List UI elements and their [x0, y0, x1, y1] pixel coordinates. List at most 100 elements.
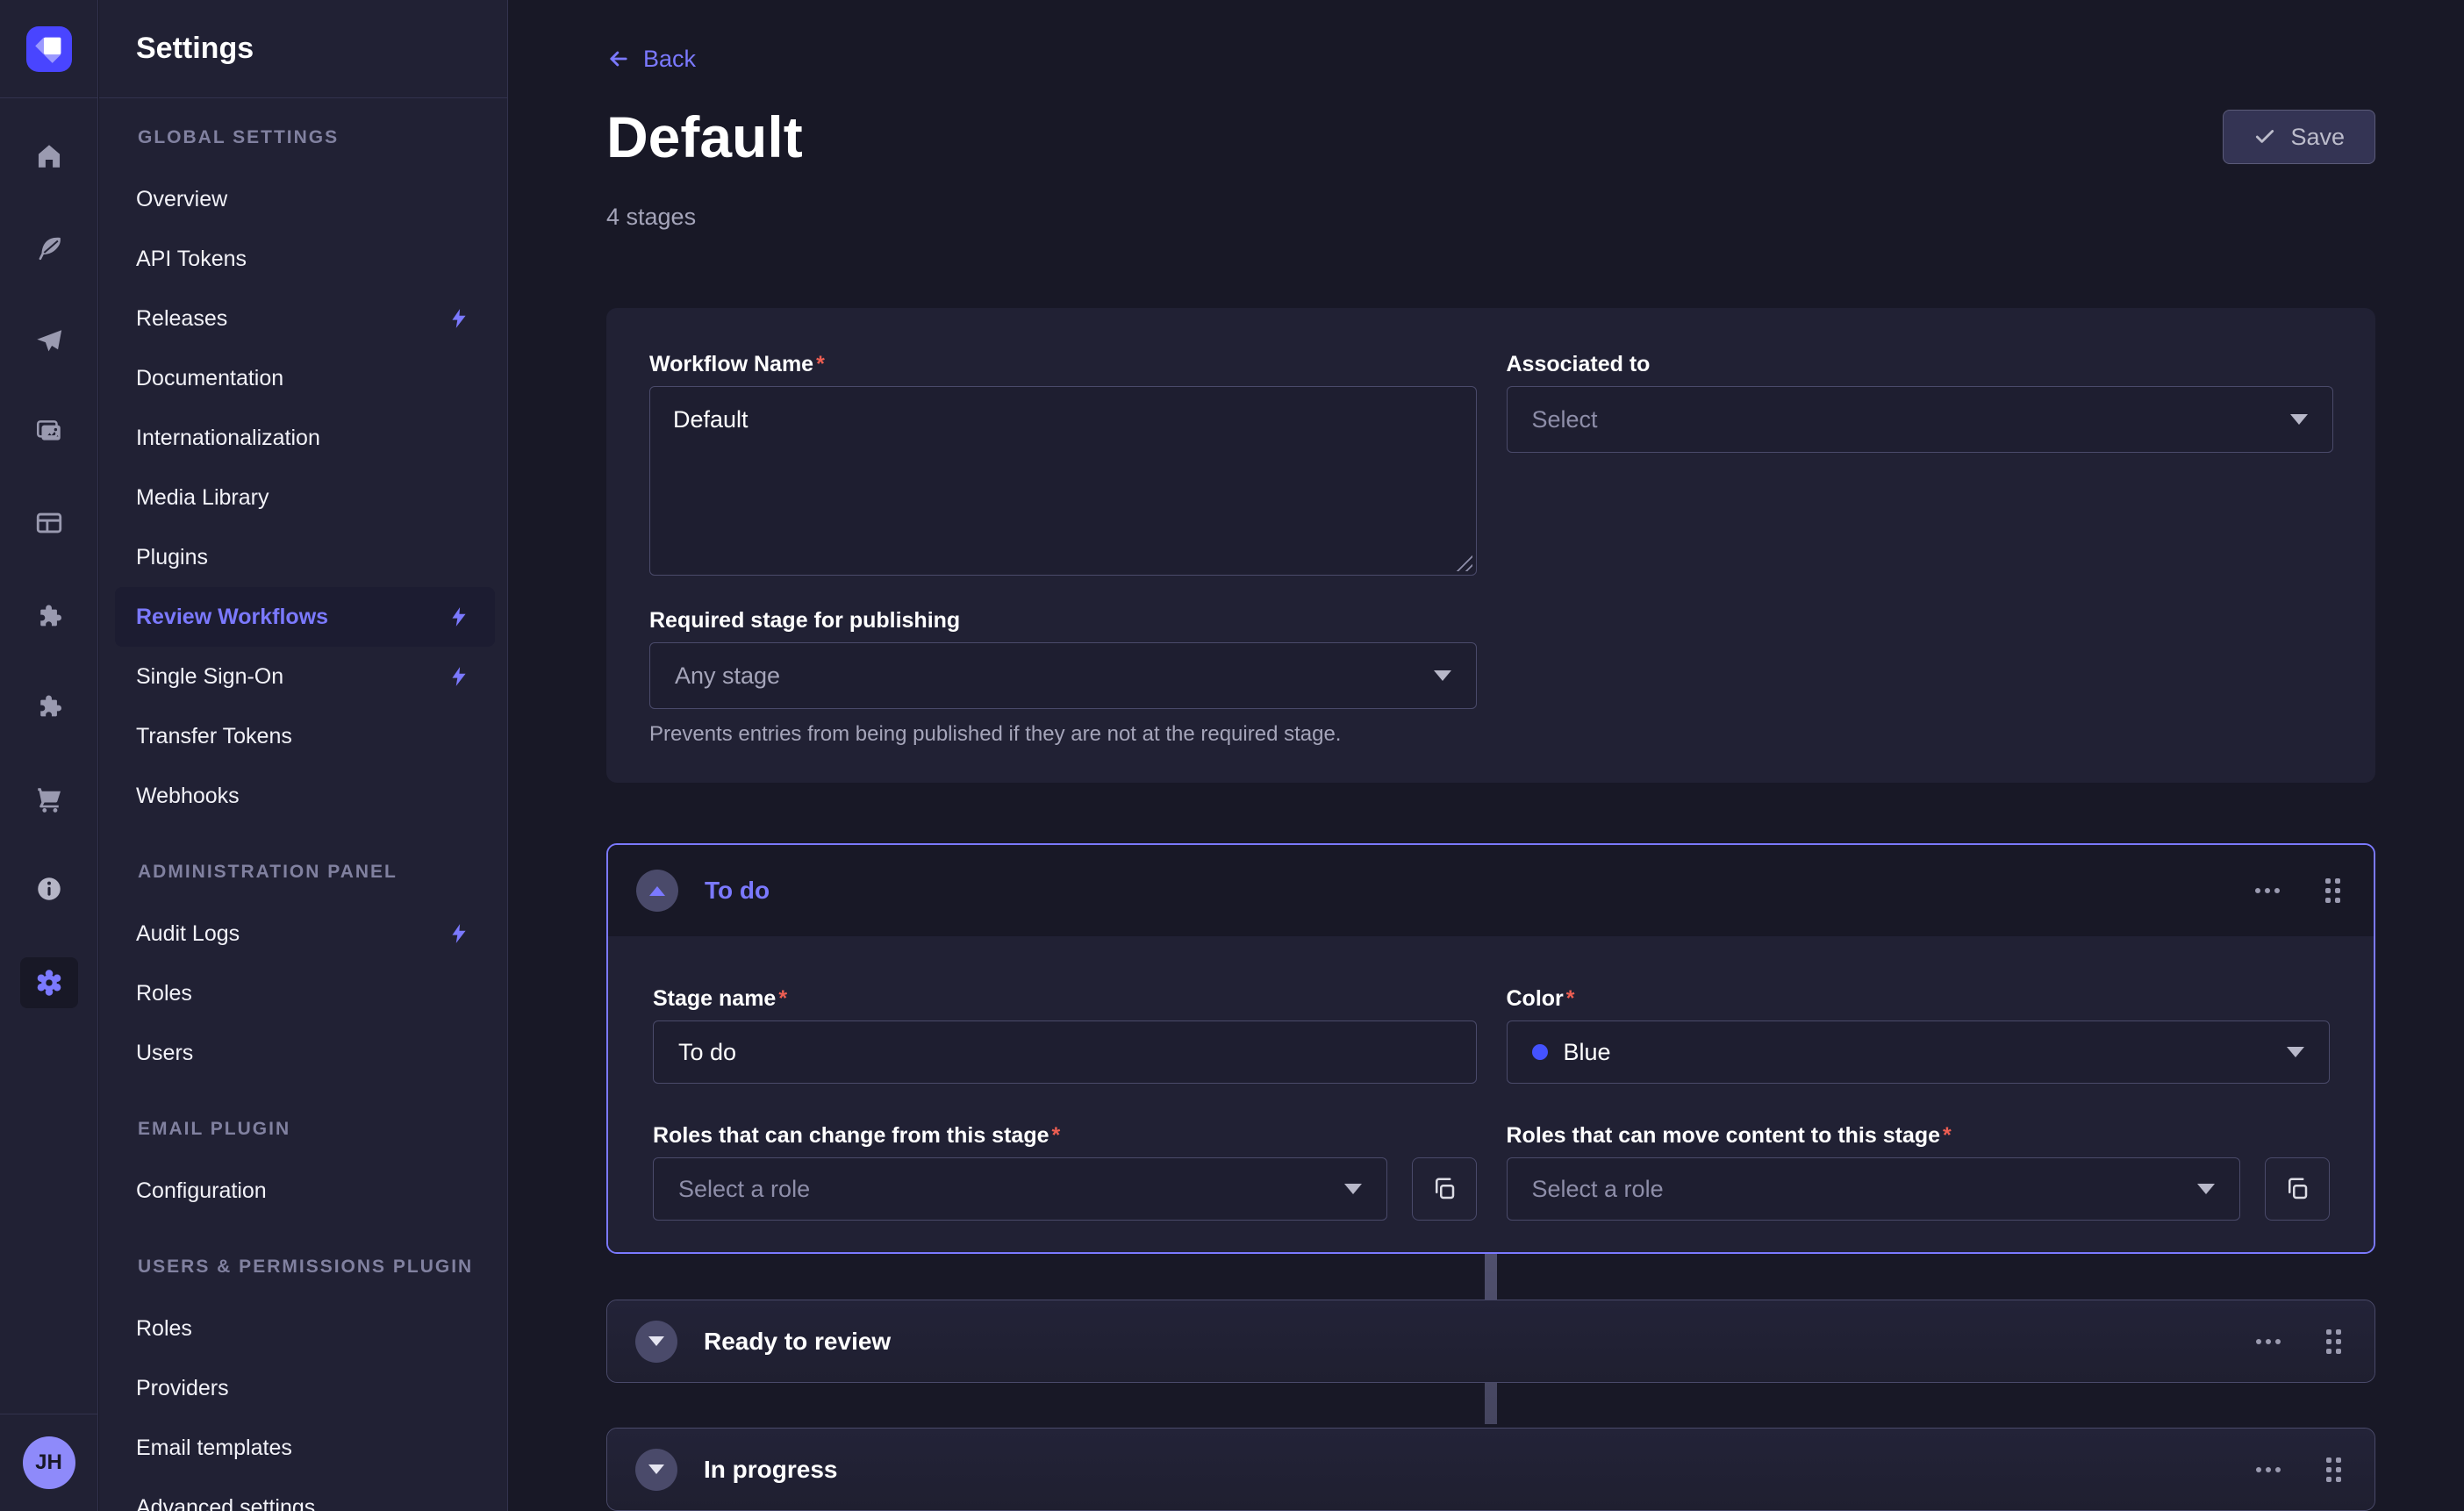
sidebar-item-review-workflows[interactable]: Review Workflows [115, 587, 495, 647]
section-label: ADMINISTRATION PANEL [138, 861, 507, 884]
section-administration-panel: ADMINISTRATION PANEL Audit Logs Roles Us… [99, 861, 507, 1083]
subnav-title: Settings [136, 32, 254, 66]
icon-rail: JH [0, 0, 98, 1511]
workflow-settings-card: Workflow Name Default Associated to Sele… [606, 308, 2375, 783]
roles-move-label: Roles that can move content to this stag… [1507, 1122, 2331, 1149]
rail-header [0, 0, 97, 98]
stage-body: Stage name Color Blue Roles tha [608, 936, 2374, 1252]
lightning-icon [448, 922, 470, 945]
rail-content-button[interactable] [20, 223, 78, 274]
chevron-up-icon [649, 886, 665, 896]
sidebar-item-releases[interactable]: Releases [115, 289, 495, 348]
roles-change-select[interactable]: Select a role [653, 1157, 1387, 1221]
sidebar-item-transfer-tokens[interactable]: Transfer Tokens [115, 706, 495, 766]
info-icon [34, 874, 64, 904]
stage-menu-button[interactable] [2251, 1462, 2286, 1478]
associated-to-label: Associated to [1507, 351, 2334, 377]
rail-info-button[interactable] [20, 863, 78, 914]
subnav-list: GLOBAL SETTINGS Overview API Tokens Rele… [99, 98, 507, 1511]
stages-list: To do Stage name Color Bl [606, 843, 2375, 1511]
sidebar-item-email-templates[interactable]: Email templates [115, 1418, 495, 1478]
stage-header[interactable]: In progress [607, 1429, 2374, 1510]
stage-drag-handle[interactable] [2321, 1452, 2346, 1487]
sidebar-item-email-configuration[interactable]: Configuration [115, 1161, 495, 1221]
expand-stage-button[interactable] [635, 1449, 677, 1491]
roles-move-select[interactable]: Select a role [1507, 1157, 2241, 1221]
strapi-logo[interactable] [26, 26, 72, 72]
associated-to-select[interactable]: Select [1507, 386, 2334, 453]
rail-media-button[interactable] [20, 405, 78, 456]
back-link[interactable]: Back [606, 46, 696, 72]
apply-to-all-stages-button[interactable] [1412, 1157, 1477, 1221]
apply-to-all-stages-button[interactable] [2265, 1157, 2330, 1221]
sidebar-item-single-sign-on[interactable]: Single Sign-On [115, 647, 495, 706]
chevron-down-icon [648, 1464, 664, 1474]
main-content: Back Default Save 4 stages Workflow Name… [509, 0, 2464, 1511]
chevron-down-icon [1344, 1184, 1362, 1194]
collapse-stage-button[interactable] [636, 870, 678, 912]
stage-name-label: Stage name [653, 985, 1477, 1012]
page-header: Default Save [606, 105, 2375, 168]
check-icon [2253, 125, 2276, 148]
stage-accordion-todo: To do Stage name Color Bl [606, 843, 2375, 1254]
stage-count: 4 stages [606, 204, 2375, 230]
required-stage-hint: Prevents entries from being published if… [649, 721, 1477, 748]
section-label: USERS & PERMISSIONS PLUGIN [138, 1256, 507, 1278]
stage-color-select[interactable]: Blue [1507, 1020, 2331, 1084]
page-title: Default [606, 105, 803, 168]
stage-name-input[interactable] [653, 1020, 1477, 1084]
stage-header[interactable]: Ready to review [607, 1300, 2374, 1382]
strapi-logo-icon [26, 26, 72, 72]
sidebar-item-media-library[interactable]: Media Library [115, 468, 495, 527]
stage-drag-handle[interactable] [2321, 1324, 2346, 1359]
workflow-name-label: Workflow Name [649, 351, 1477, 377]
chevron-down-icon [2287, 1047, 2304, 1057]
rail-releases-button[interactable] [20, 316, 78, 367]
stage-header[interactable]: To do [608, 845, 2374, 936]
sidebar-item-plugins[interactable]: Plugins [115, 527, 495, 587]
rail-settings-button[interactable] [20, 957, 78, 1008]
sidebar-item-up-roles[interactable]: Roles [115, 1299, 495, 1358]
stage-title: In progress [704, 1456, 837, 1484]
sidebar-item-users[interactable]: Users [115, 1023, 495, 1083]
sidebar-item-advanced-settings[interactable]: Advanced settings [115, 1478, 495, 1511]
section-label: GLOBAL SETTINGS [138, 126, 507, 149]
chevron-down-icon [2290, 414, 2308, 425]
stage-accordion-in-progress: In progress [606, 1428, 2375, 1511]
save-button[interactable]: Save [2223, 110, 2375, 164]
stage-title: Ready to review [704, 1328, 891, 1356]
stage-drag-handle[interactable] [2320, 873, 2346, 908]
rail-content-type-builder-button[interactable] [20, 498, 78, 548]
sidebar-item-admin-roles[interactable]: Roles [115, 963, 495, 1023]
sidebar-item-overview[interactable]: Overview [115, 169, 495, 229]
required-stage-select[interactable]: Any stage [649, 642, 1477, 709]
layout-icon [34, 508, 64, 538]
expand-stage-button[interactable] [635, 1321, 677, 1363]
stage-color-label: Color [1507, 985, 2331, 1012]
roles-change-field: Roles that can change from this stage Se… [653, 1122, 1477, 1221]
sidebar-item-audit-logs[interactable]: Audit Logs [115, 904, 495, 963]
workflow-name-input[interactable]: Default [649, 386, 1477, 576]
roles-change-label: Roles that can change from this stage [653, 1122, 1477, 1149]
stage-menu-button[interactable] [2250, 883, 2285, 899]
lightning-icon [448, 665, 470, 688]
sidebar-item-api-tokens[interactable]: API Tokens [115, 229, 495, 289]
stage-menu-button[interactable] [2251, 1334, 2286, 1350]
cart-icon [34, 784, 64, 814]
sidebar-item-documentation[interactable]: Documentation [115, 348, 495, 408]
rail-home-button[interactable] [20, 131, 78, 182]
lightning-icon [448, 605, 470, 628]
rail-marketplace-button[interactable] [20, 681, 78, 732]
duplicate-icon [1431, 1176, 1458, 1202]
sidebar-item-webhooks[interactable]: Webhooks [115, 766, 495, 826]
sidebar-item-providers[interactable]: Providers [115, 1358, 495, 1418]
section-users-permissions-plugin: USERS & PERMISSIONS PLUGIN Roles Provide… [99, 1256, 507, 1511]
gear-icon [34, 968, 64, 998]
workflow-name-field: Workflow Name Default [649, 351, 1477, 576]
sidebar-item-internationalization[interactable]: Internationalization [115, 408, 495, 468]
rail-plugins-button[interactable] [20, 591, 78, 641]
feather-icon [34, 233, 64, 263]
puzzle-icon [34, 601, 64, 631]
rail-purchases-button[interactable] [20, 774, 78, 825]
avatar[interactable]: JH [23, 1436, 75, 1489]
